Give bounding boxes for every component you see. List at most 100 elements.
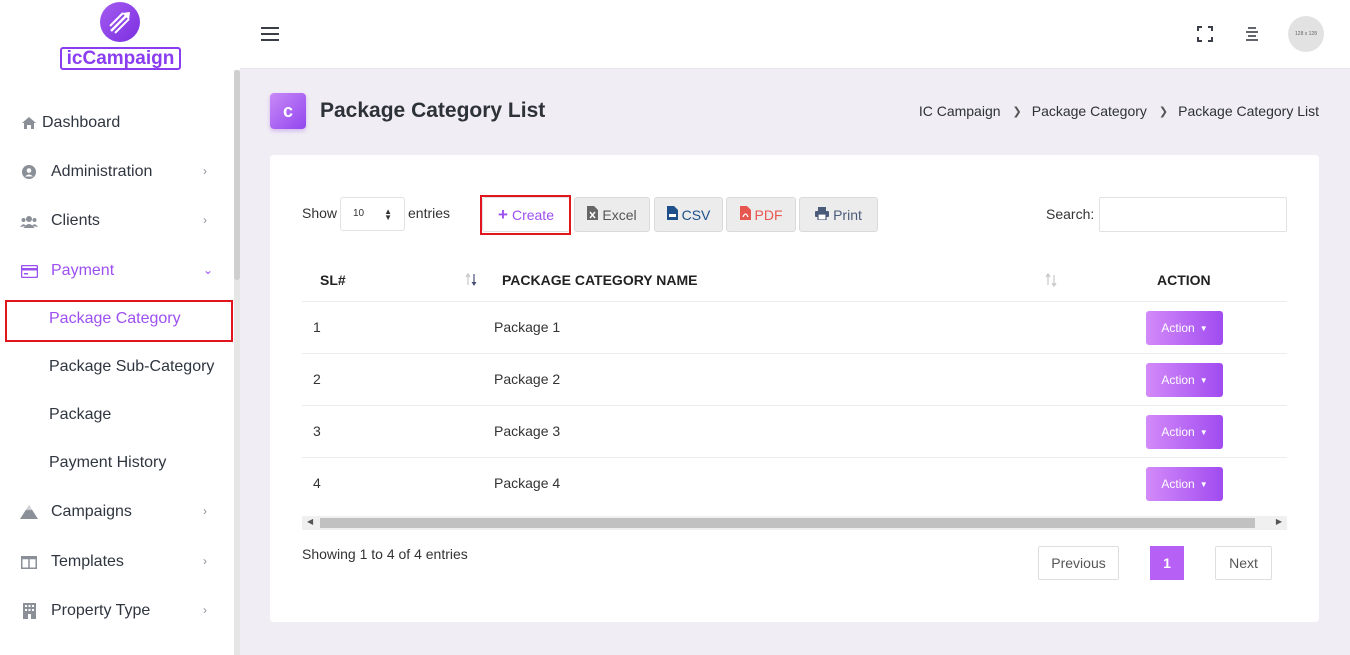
caret-down-icon: ▼ (1199, 323, 1208, 333)
sidebar-subitem-payment-history[interactable]: Payment History (49, 452, 166, 474)
row-divider (302, 405, 1287, 406)
chevron-right-icon: › (203, 603, 207, 617)
caret-down-icon: ▼ (1199, 427, 1208, 437)
row-divider (302, 353, 1287, 354)
row-divider (302, 457, 1287, 458)
csv-button[interactable]: CSV (654, 197, 723, 232)
chevron-right-icon: › (203, 504, 207, 518)
column-header-package-category-name[interactable]: PACKAGE CATEGORY NAME (502, 272, 698, 288)
print-icon (815, 206, 830, 223)
row-divider (302, 301, 1287, 302)
cell-sl: 1 (313, 319, 321, 335)
pdf-button[interactable]: PDF (726, 197, 796, 232)
topbar: 128 x 128 (240, 0, 1350, 69)
cell-sl: 2 (313, 371, 321, 387)
cell-package-name: Package 1 (494, 319, 561, 335)
sort-desc-icon[interactable] (464, 272, 478, 293)
scrollbar-thumb[interactable] (320, 518, 1255, 528)
cell-sl: 4 (313, 475, 321, 491)
logo-wordmark: icCampaign (60, 47, 181, 70)
chevron-down-icon: ⌄ (203, 263, 214, 277)
sidebar-item-dashboard[interactable]: Dashboard (20, 111, 120, 135)
scroll-left-icon[interactable]: ◀ (307, 517, 313, 526)
sidebar-subitem-package[interactable]: Package (49, 404, 111, 426)
logo-rocket-icon (100, 2, 140, 42)
highlight-create-button (480, 195, 571, 235)
sidebar-item-label: Payment (51, 262, 115, 279)
action-button-label: Action (1161, 321, 1195, 335)
file-csv-icon (666, 206, 678, 223)
sidebar-item-label: Campaigns (51, 503, 132, 520)
sidebar-scrollbar[interactable] (234, 70, 240, 655)
next-page-button[interactable]: Next (1215, 546, 1272, 580)
previous-page-button[interactable]: Previous (1038, 546, 1119, 580)
breadcrumb-current: Package Category List (1178, 103, 1319, 119)
users-icon (20, 212, 38, 230)
sidebar-scrollbar-thumb[interactable] (234, 70, 240, 280)
sidebar-item-templates[interactable]: Templates › (20, 550, 207, 574)
sidebar-item-campaigns[interactable]: Campaigns › (20, 500, 207, 524)
column-header-sl[interactable]: SL# (320, 272, 346, 288)
cell-package-name: Package 4 (494, 475, 561, 491)
sidebar: icCampaign Dashboard Administration › Cl… (0, 0, 240, 655)
sidebar-item-label: Property Type (51, 602, 151, 619)
sidebar-item-clients[interactable]: Clients › (20, 209, 207, 233)
breadcrumb-item[interactable]: IC Campaign (919, 103, 1001, 119)
show-label: Show (302, 205, 338, 221)
action-dropdown-button[interactable]: Action ▼ (1146, 415, 1223, 449)
sidebar-item-label: Dashboard (42, 114, 121, 131)
content-card: Show 10 ▲ ▼ entries + Create Excel CSV PD… (270, 155, 1319, 622)
sidebar-item-property-type[interactable]: Property Type › (20, 599, 207, 623)
file-excel-icon (587, 206, 599, 223)
home-icon (20, 114, 38, 132)
sidebar-item-payment[interactable]: Payment ⌄ (20, 259, 213, 283)
cell-sl: 3 (313, 423, 321, 439)
chevron-right-icon: › (203, 164, 207, 178)
column-header-action: ACTION (1157, 272, 1211, 288)
table-info: Showing 1 to 4 of 4 entries (302, 546, 468, 562)
breadcrumb-item[interactable]: Package Category (1032, 103, 1147, 119)
action-button-label: Action (1161, 373, 1195, 387)
highlight-package-category (5, 300, 233, 342)
action-button-label: Action (1161, 477, 1195, 491)
page-length-select[interactable]: 10 ▲ ▼ (340, 197, 405, 231)
align-center-icon[interactable] (1244, 26, 1260, 42)
sidebar-item-label: Templates (51, 553, 124, 570)
action-dropdown-button[interactable]: Action ▼ (1146, 311, 1223, 345)
scroll-right-icon[interactable]: ▶ (1276, 517, 1282, 526)
sidebar-subitem-package-sub-category[interactable]: Package Sub-Category (49, 356, 214, 378)
action-dropdown-button[interactable]: Action ▼ (1146, 467, 1223, 501)
caret-down-icon: ▼ (1199, 479, 1208, 489)
file-pdf-icon (739, 206, 751, 223)
search-input[interactable] (1099, 197, 1287, 232)
breadcrumb: IC Campaign ❯ Package Category ❯ Package… (919, 103, 1319, 119)
sidebar-item-label: Administration (51, 163, 153, 180)
sort-both-icon[interactable] (1044, 272, 1058, 293)
table-horizontal-scrollbar[interactable]: ◀ ▶ (302, 516, 1287, 530)
print-button[interactable]: Print (799, 197, 878, 232)
pdf-button-label: PDF (754, 206, 783, 223)
chevron-right-icon: ❯ (1158, 105, 1169, 118)
caret-down-icon: ▼ (1199, 375, 1208, 385)
menu-toggle-icon[interactable] (261, 27, 279, 41)
cell-package-name: Package 2 (494, 371, 561, 387)
page-title: Package Category List (320, 99, 546, 122)
sidebar-item-label: Clients (51, 212, 100, 229)
user-circle-icon (20, 163, 38, 181)
chevron-right-icon: › (203, 554, 207, 568)
csv-button-label: CSV (681, 206, 711, 223)
avatar[interactable]: 128 x 128 (1288, 16, 1324, 52)
page-button-current[interactable]: 1 (1150, 546, 1184, 580)
print-button-label: Print (833, 206, 862, 223)
sidebar-item-administration[interactable]: Administration › (20, 160, 207, 184)
fullscreen-icon[interactable] (1197, 26, 1213, 42)
credit-card-icon (20, 262, 38, 280)
excel-button-label: Excel (602, 206, 637, 223)
page-title-icon: c (270, 93, 306, 129)
app-logo[interactable]: icCampaign (58, 0, 182, 72)
entries-label: entries (408, 205, 451, 221)
action-dropdown-button[interactable]: Action ▼ (1146, 363, 1223, 397)
mountain-icon (20, 503, 38, 521)
excel-button[interactable]: Excel (574, 197, 650, 232)
columns-icon (20, 553, 38, 571)
